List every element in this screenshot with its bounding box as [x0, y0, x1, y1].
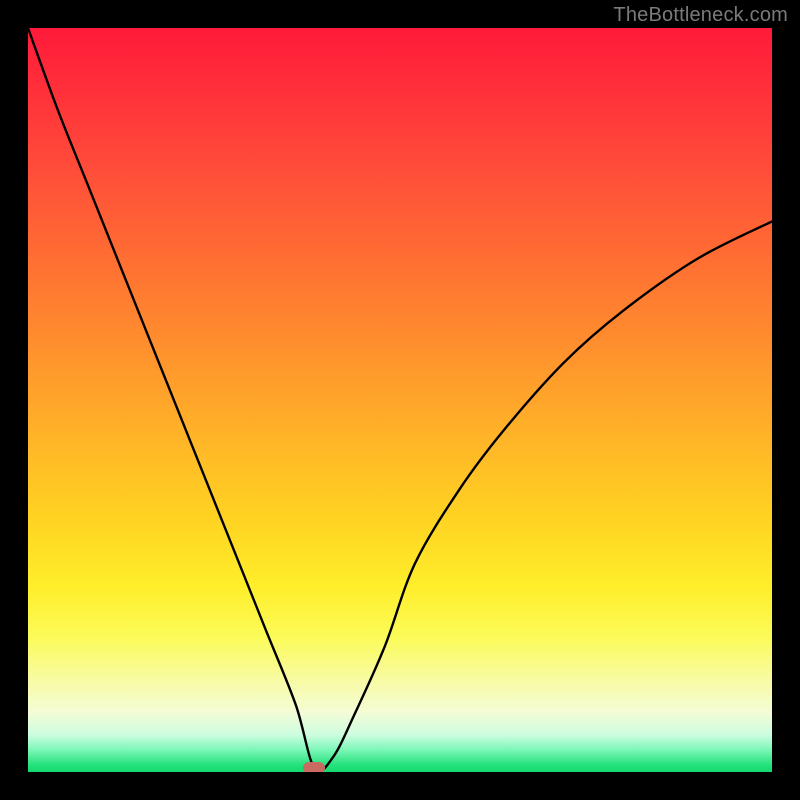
watermark-text: TheBottleneck.com	[613, 4, 788, 27]
chart-frame: TheBottleneck.com	[0, 0, 800, 800]
plot-area	[28, 28, 772, 772]
optimal-point-marker	[303, 762, 325, 772]
bottleneck-curve	[28, 28, 772, 772]
